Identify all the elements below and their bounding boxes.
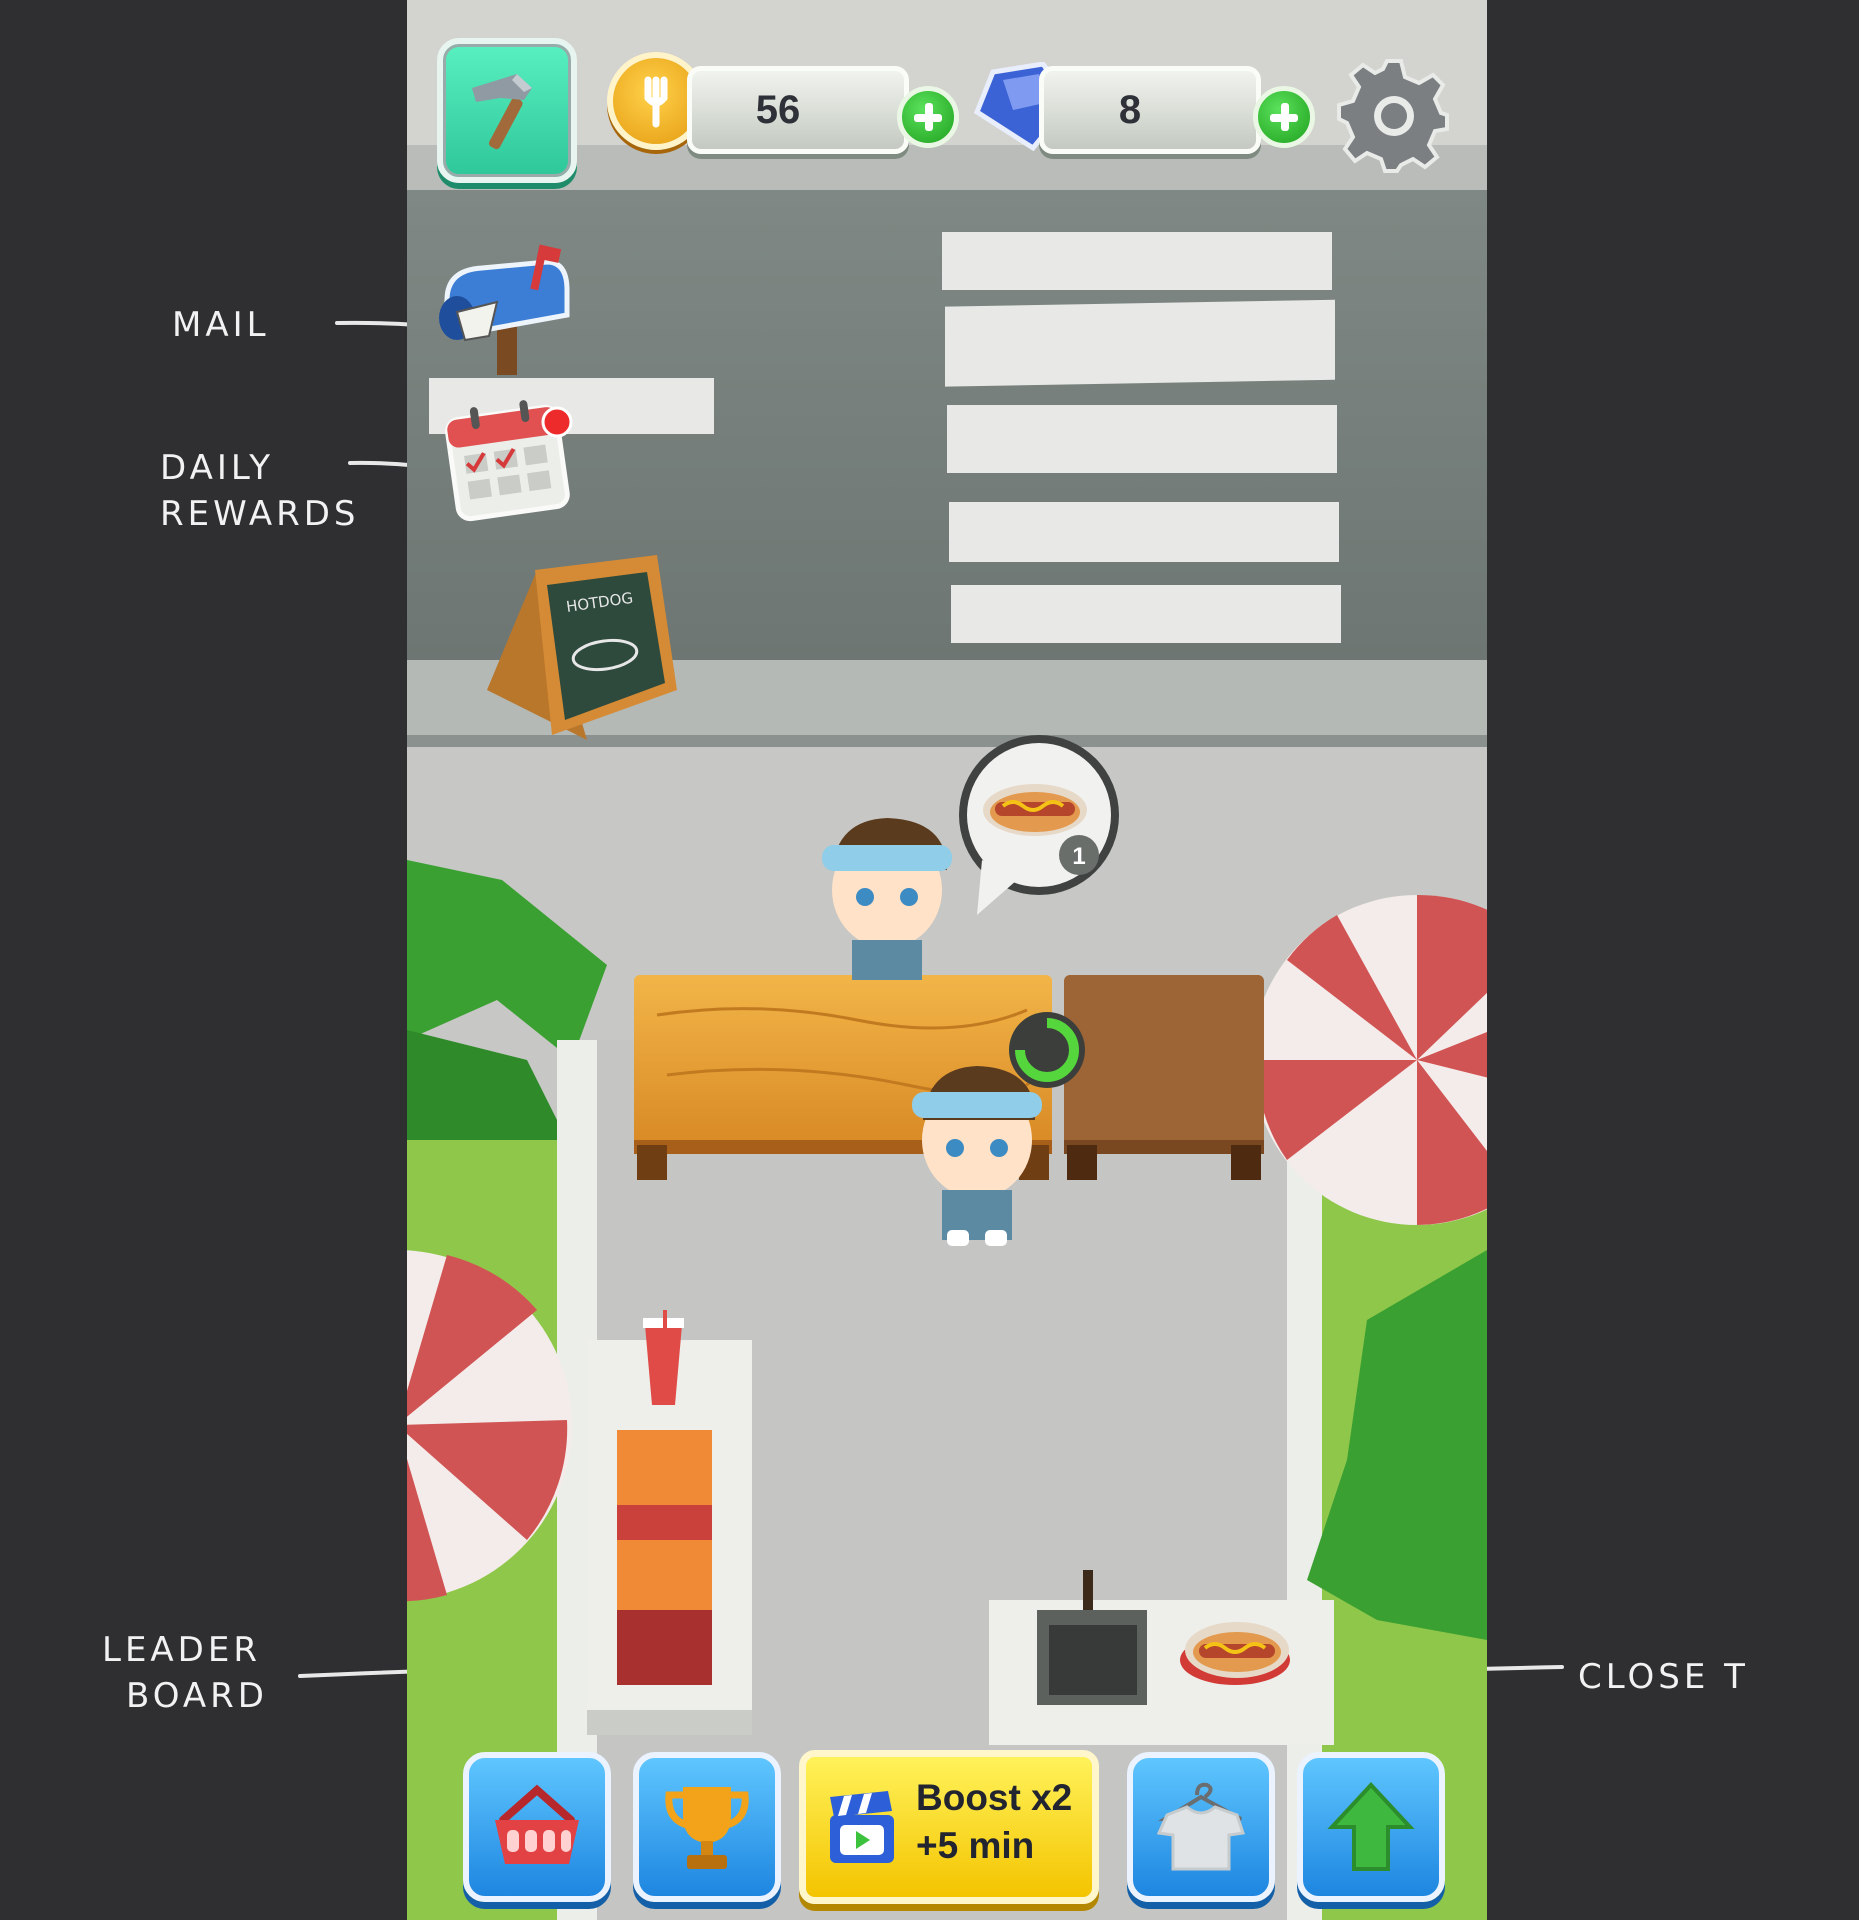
annotation-mail: MAIL (172, 305, 270, 345)
add-coins-button[interactable] (897, 86, 959, 148)
trophy-icon (665, 1787, 749, 1869)
shirt-icon (1156, 1782, 1245, 1871)
boost-button[interactable]: Boost x2 +5 min (799, 1750, 1099, 1904)
boost-duration: +5 min (916, 1825, 1035, 1866)
hammer-icon (472, 73, 532, 149)
video-clapper-icon (830, 1791, 894, 1863)
build-button[interactable] (437, 38, 577, 183)
notification-dot (541, 406, 573, 438)
annotation-leaderboard: LEADER BOARD (102, 1630, 268, 1716)
daily-rewards-button[interactable] (437, 388, 577, 528)
progress-ring (1009, 1012, 1085, 1088)
mail-button[interactable] (427, 240, 577, 380)
gem-amount: 8 (1118, 87, 1142, 132)
gem-counter: 8 (1039, 66, 1261, 154)
shop-button[interactable] (463, 1752, 611, 1902)
gear-icon (1337, 59, 1449, 173)
add-gems-button[interactable] (1253, 86, 1315, 148)
hotdog-icon (983, 784, 1087, 836)
boost-label: Boost x2 (916, 1777, 1073, 1818)
annotation-daily-rewards: DAILY REWARDS (160, 448, 360, 534)
settings-button[interactable] (1332, 52, 1456, 176)
closet-button[interactable] (1127, 1752, 1275, 1902)
drink-station (587, 1310, 752, 1735)
svg-text:1: 1 (1072, 843, 1085, 870)
coin-amount: 56 (755, 87, 801, 132)
coin-counter: 56 (687, 66, 909, 154)
game-screen[interactable]: HOTDOG 1 56 8 Boost x2 +5 min (407, 0, 1487, 1920)
basket-icon (495, 1784, 579, 1864)
upgrade-button[interactable] (1297, 1752, 1445, 1902)
mailbox-icon (439, 244, 570, 375)
annotation-closet: CLOSE T (1578, 1657, 1749, 1697)
up-arrow-icon (1327, 1782, 1415, 1871)
counter-side (1064, 975, 1264, 1180)
leaderboard-button[interactable] (633, 1752, 781, 1902)
